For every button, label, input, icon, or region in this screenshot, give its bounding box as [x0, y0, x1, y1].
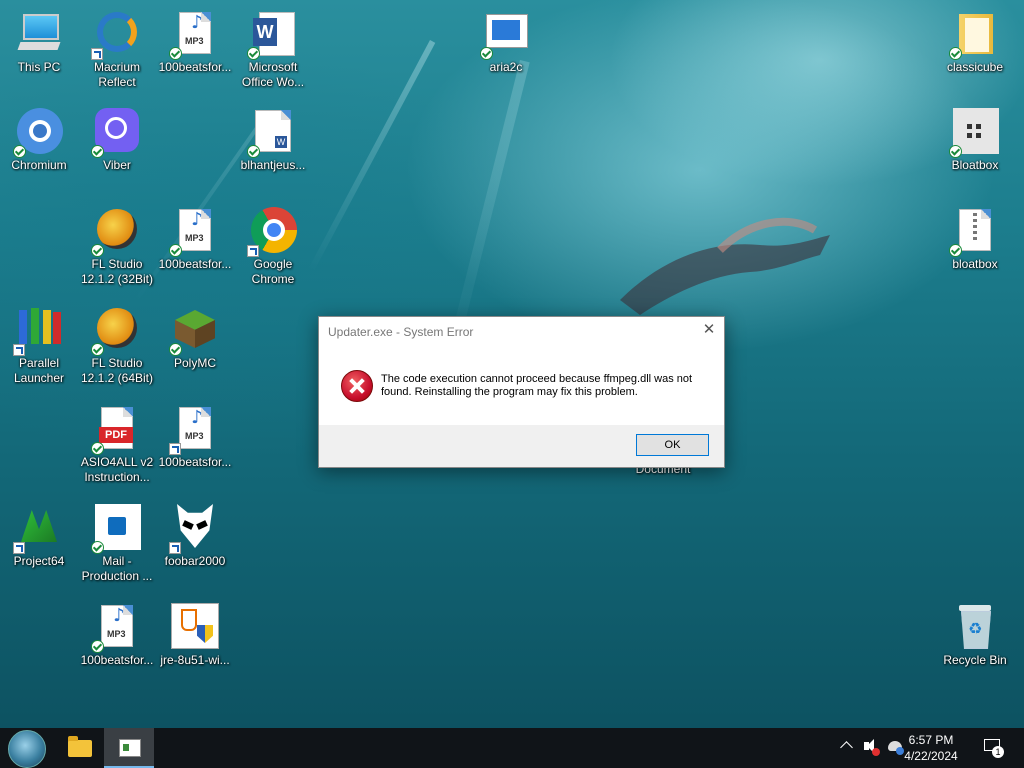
close-icon[interactable]: ✕ [702, 322, 716, 337]
word-document-icon: W [247, 108, 297, 158]
recycle-bin-icon: ♻ [951, 603, 999, 651]
desktop-icon-fl-studio-64[interactable]: FL Studio 12.1.2 (64Bit) [78, 306, 156, 386]
icon-label: Google Chrome [251, 257, 295, 286]
mp3-file-icon: ♪ MP3 [169, 10, 219, 60]
desktop-icon-google-chrome[interactable]: Google Chrome [234, 207, 312, 287]
mp3-file-icon: ♪ MP3 [91, 603, 141, 653]
desktop-icon-bloatbox-archive[interactable]: bloatbox [936, 207, 1014, 272]
desktop-icon-aria2c[interactable]: aria2c [467, 10, 545, 75]
icon-label: Recycle Bin [943, 653, 1007, 667]
start-button[interactable] [8, 730, 46, 768]
chromium-icon [13, 108, 63, 158]
mail-icon [91, 504, 141, 554]
taskbar: 6:57 PM 4/22/2024 1 [0, 728, 1024, 768]
icon-label: Macrium Reflect [93, 60, 140, 89]
notification-icon[interactable]: 1 [982, 728, 1006, 768]
desktop-icon-chromium[interactable]: Chromium [0, 108, 78, 173]
desktop-icon-viber[interactable]: Viber [78, 108, 156, 173]
java-installer-icon [171, 603, 219, 651]
notification-count: 1 [992, 746, 1004, 758]
icon-label: Chromium [11, 158, 67, 172]
desktop-icon-100beats-5[interactable]: ♪ MP3 100beatsfor... [78, 603, 156, 668]
parallel-launcher-icon [13, 306, 63, 356]
taskbar-app-updater[interactable] [104, 728, 154, 768]
clock-date: 4/22/2024 [904, 749, 958, 763]
icon-label: 100beatsfor... [158, 60, 232, 74]
icon-label: foobar2000 [164, 554, 226, 568]
desktop-icon-microsoft-office-word[interactable]: W Microsoft Office Wo... [234, 10, 312, 90]
desktop-icon-jre[interactable]: jre-8u51-wi... [156, 603, 234, 668]
archive-file-icon [949, 207, 999, 257]
fl-studio-icon [91, 207, 141, 257]
desktop-icon-fl-studio-32[interactable]: FL Studio 12.1.2 (32Bit) [78, 207, 156, 287]
viber-icon [91, 108, 141, 158]
icon-label: classicube [946, 60, 1004, 74]
desktop-icon-asio4all-pdf[interactable]: PDF ASIO4ALL v2 Instruction... [78, 405, 156, 485]
icon-label: blhantjeus... [240, 158, 306, 172]
mp3-file-icon: ♪ MP3 [169, 405, 219, 455]
chrome-icon [247, 207, 297, 257]
bloatbox-icon [949, 108, 999, 158]
icon-label: Microsoft Office Wo... [241, 60, 305, 89]
desktop-icon-recycle-bin[interactable]: ♻ Recycle Bin [936, 603, 1014, 668]
icon-label: Bloatbox [951, 158, 999, 172]
macrium-reflect-icon [91, 10, 141, 60]
word-icon: W [247, 10, 297, 60]
desktop-icon-mail[interactable]: Mail - Production ... [78, 504, 156, 584]
volume-muted-icon[interactable] [862, 728, 880, 768]
icon-label: bloatbox [952, 257, 998, 271]
foobar2000-icon [169, 504, 219, 554]
desktop-icon-bloatbox-app[interactable]: Bloatbox [936, 108, 1014, 173]
desktop-icon-polymc[interactable]: PolyMC [156, 306, 234, 371]
desktop-icon-this-pc[interactable]: This PC [0, 10, 78, 75]
error-icon [341, 370, 373, 402]
pdf-file-icon: PDF [91, 405, 141, 455]
polymc-icon [169, 306, 219, 356]
desktop-icon-foobar2000[interactable]: foobar2000 [156, 504, 234, 569]
desktop-icon-blhantjeus[interactable]: W blhantjeus... [234, 108, 312, 173]
icon-label: This PC [17, 60, 61, 74]
system-error-dialog: Updater.exe - System Error ✕ The code ex… [318, 316, 725, 468]
fl-studio-icon [91, 306, 141, 356]
taskbar-clock[interactable]: 6:57 PM 4/22/2024 [896, 732, 966, 764]
this-pc-icon [15, 10, 63, 58]
icon-label: jre-8u51-wi... [160, 653, 230, 667]
clock-time: 6:57 PM [908, 733, 954, 747]
project64-icon [13, 504, 63, 554]
dialog-title: Updater.exe - System Error [328, 325, 474, 339]
icon-label: Viber [103, 158, 131, 172]
desktop-icon-classicube[interactable]: classicube [936, 10, 1014, 75]
file-explorer-icon[interactable] [68, 736, 92, 757]
desktop-icon-project64[interactable]: Project64 [0, 504, 78, 569]
icon-label: ASIO4ALL v2 Instruction... [80, 455, 154, 484]
icon-label: aria2c [489, 60, 523, 74]
icon-label: Project64 [13, 554, 65, 568]
desktop-icon-macrium-reflect[interactable]: Macrium Reflect [78, 10, 156, 90]
tray-chevron-icon[interactable] [840, 728, 854, 768]
error-message: The code execution cannot proceed becaus… [381, 373, 693, 398]
icon-label: 100beatsfor... [80, 653, 154, 667]
desktop-icon-parallel-launcher[interactable]: Parallel Launcher [0, 306, 78, 386]
folder-icon [949, 10, 999, 60]
wallpaper-swimmer [620, 217, 830, 315]
dialog-footer: OK [319, 425, 724, 467]
icon-label: FL Studio 12.1.2 (32Bit) [80, 257, 154, 286]
desktop-icon-100beats-1[interactable]: ♪ MP3 100beatsfor... [156, 10, 234, 75]
icon-label: 100beatsfor... [158, 455, 232, 469]
icon-label: PolyMC [173, 356, 216, 370]
mp3-file-icon: ♪ MP3 [169, 207, 219, 257]
icon-label: Parallel Launcher [13, 356, 65, 385]
ok-button[interactable]: OK [636, 434, 709, 456]
icon-label: 100beatsfor... [158, 257, 232, 271]
desktop-icon-100beats-2[interactable]: ♪ MP3 100beatsfor... [156, 207, 234, 272]
desktop-icon-100beats-3[interactable]: ♪ MP3 100beatsfor... [156, 405, 234, 470]
aria2c-icon [480, 10, 530, 60]
icon-label: FL Studio 12.1.2 (64Bit) [80, 356, 154, 385]
icon-label: Mail - Production ... [81, 554, 153, 583]
